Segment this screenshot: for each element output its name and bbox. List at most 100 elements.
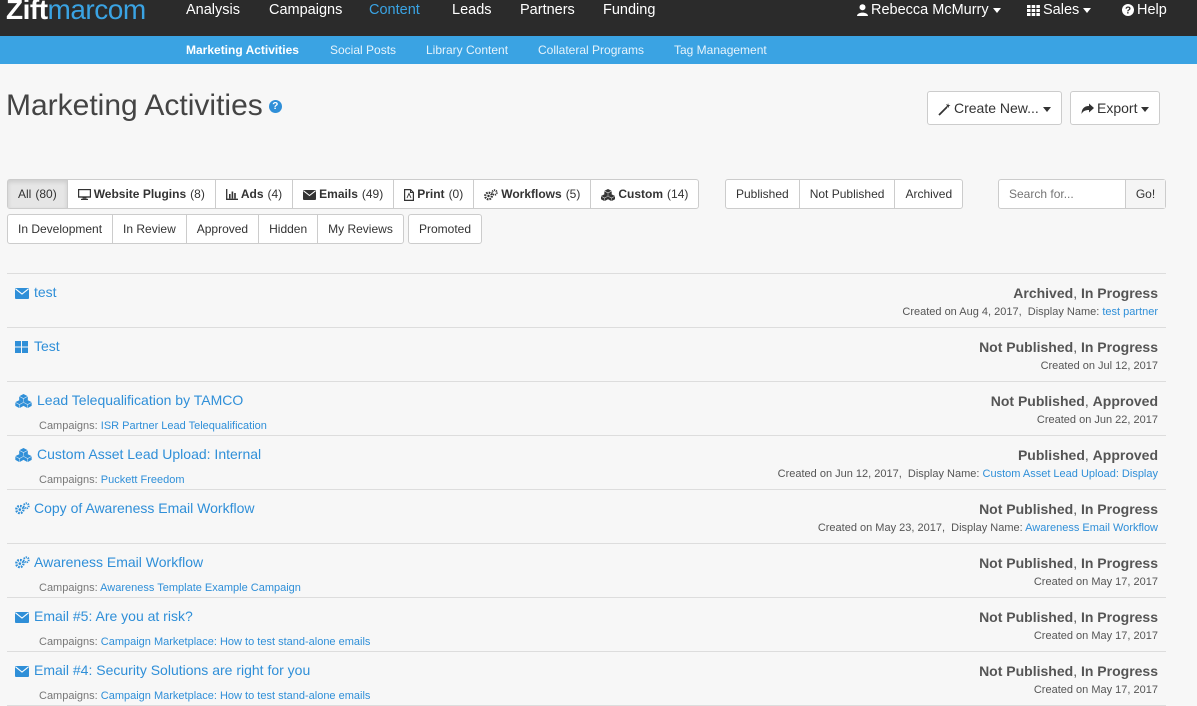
- activity-title-link[interactable]: Email #5: Are you at risk?: [34, 608, 193, 624]
- brand-logo[interactable]: Ziftmarcom: [6, 0, 146, 26]
- status-separator: ,: [1084, 447, 1093, 463]
- sub-nav-bar: Marketing Activities Social Posts Librar…: [0, 36, 1197, 64]
- activity-title-link[interactable]: Custom Asset Lead Upload: Internal: [37, 446, 261, 462]
- display-name-label: Display Name:: [1027, 306, 1100, 318]
- nav-partners[interactable]: Partners: [520, 2, 575, 18]
- user-menu[interactable]: Rebecca McMurry: [857, 2, 1001, 18]
- created-date: Created on Jun 22, 2017: [1036, 414, 1158, 426]
- search-go-button[interactable]: Go!: [1125, 180, 1165, 208]
- campaign-label: Campaigns:: [39, 420, 98, 432]
- cogs-icon: [484, 189, 498, 201]
- activity-status: Not Published, In Progress: [979, 609, 1158, 625]
- filter-workflows[interactable]: Workflows (5): [474, 180, 592, 208]
- user-name: Rebecca McMurry: [871, 2, 989, 18]
- filter-in-development[interactable]: In Development: [8, 215, 114, 243]
- cogs-icon: [15, 502, 30, 520]
- status-separator: ,: [1084, 393, 1093, 409]
- status-separator: ,: [1073, 663, 1081, 679]
- activity-row[interactable]: Email #4: Security Solutions are right f…: [7, 652, 1166, 706]
- filter-all-label: All: [18, 187, 32, 201]
- filter-all[interactable]: All (80): [8, 180, 68, 208]
- create-new-button[interactable]: Create New...: [927, 91, 1062, 125]
- activity-status: Not Published, In Progress: [979, 555, 1158, 571]
- subnav-library-content[interactable]: Library Content: [426, 43, 508, 57]
- display-name-link[interactable]: test partner: [1102, 306, 1158, 318]
- promoted-filter-group: Promoted: [408, 214, 483, 244]
- activity-row[interactable]: test Archived, In Progress Created on Aug …: [7, 274, 1166, 328]
- display-name-link[interactable]: Awareness Email Workflow: [1025, 522, 1158, 534]
- filter-hidden[interactable]: Hidden: [259, 215, 319, 243]
- activity-row[interactable]: Custom Asset Lead Upload: Internal Campai…: [7, 436, 1166, 490]
- nav-funding[interactable]: Funding: [603, 2, 655, 18]
- subnav-tag-management[interactable]: Tag Management: [674, 43, 767, 57]
- create-new-label: Create New...: [954, 100, 1039, 116]
- caret-down-icon: [1141, 106, 1150, 112]
- filter-archived[interactable]: Archived: [895, 180, 962, 208]
- filter-not-published[interactable]: Not Published: [800, 180, 896, 208]
- activity-row[interactable]: Awareness Email Workflow Campaigns: Aware…: [7, 544, 1166, 598]
- subnav-marketing-activities[interactable]: Marketing Activities: [186, 43, 299, 57]
- help-link[interactable]: ? Help: [1122, 2, 1167, 18]
- activity-row[interactable]: Test Not Published, In Progress Created on…: [7, 328, 1166, 382]
- activity-meta: Created on Jul 12, 2017: [1041, 360, 1158, 372]
- type-filter-group: All (80) Website Plugins (8) Ads (4) Emails…: [7, 179, 700, 209]
- activity-meta: Created on May 23, 2017, Display Name: A…: [818, 522, 1158, 534]
- subnav-collateral-programs[interactable]: Collateral Programs: [538, 43, 644, 57]
- activity-title-link[interactable]: Email #4: Security Solutions are right f…: [34, 662, 310, 678]
- envelope-icon: [15, 610, 29, 628]
- campaign-label: Campaigns:: [39, 636, 98, 648]
- filter-custom[interactable]: Custom (14): [591, 180, 698, 208]
- activity-title-link[interactable]: test: [34, 284, 57, 300]
- display-name-link[interactable]: Custom Asset Lead Upload: Display: [983, 468, 1158, 480]
- filter-emails[interactable]: Emails (49): [293, 180, 395, 208]
- campaign-label: Campaigns:: [39, 690, 98, 702]
- created-date: Created on Jun 12, 2017,: [777, 468, 902, 480]
- nav-leads[interactable]: Leads: [452, 2, 492, 18]
- page-title-text: Marketing Activities: [6, 89, 263, 122]
- sales-label: Sales: [1043, 2, 1080, 18]
- filter-website-plugins-label: Website Plugins: [93, 187, 187, 201]
- sales-menu[interactable]: Sales: [1027, 2, 1092, 18]
- nav-content[interactable]: Content: [369, 2, 420, 18]
- created-date: Created on May 23, 2017,: [817, 522, 946, 534]
- filter-ads-count: (4): [267, 187, 283, 201]
- page-title: Marketing Activities?: [6, 89, 282, 123]
- activity-row[interactable]: Copy of Awareness Email Workflow Not Publ…: [7, 490, 1166, 544]
- filter-custom-label: Custom: [618, 187, 664, 201]
- subnav-social-posts[interactable]: Social Posts: [330, 43, 396, 57]
- activity-title-link[interactable]: Test: [34, 338, 60, 354]
- filter-published[interactable]: Published: [726, 180, 800, 208]
- display-name-label: Display Name:: [951, 522, 1023, 534]
- campaign-link[interactable]: Awareness Template Example Campaign: [100, 582, 301, 594]
- campaign-link[interactable]: Campaign Marketplace: How to test stand-…: [101, 636, 371, 648]
- activity-title-link[interactable]: Lead Telequalification by TAMCO: [37, 392, 243, 408]
- nav-campaigns[interactable]: Campaigns: [269, 2, 342, 18]
- cubes-icon: [601, 188, 616, 201]
- activity-row[interactable]: Lead Telequalification by TAMCO Campaigns…: [7, 382, 1166, 436]
- filter-ads[interactable]: Ads (4): [216, 180, 294, 208]
- activity-row[interactable]: Email #5: Are you at risk? Campaigns: Cam…: [7, 598, 1166, 652]
- search-input[interactable]: [999, 180, 1125, 208]
- magic-wand-icon: [938, 102, 951, 116]
- campaign-link[interactable]: Puckett Freedom: [101, 474, 185, 486]
- workflow-status: In Progress: [1080, 339, 1158, 355]
- filter-approved[interactable]: Approved: [187, 215, 260, 243]
- export-button[interactable]: Export: [1070, 91, 1161, 125]
- campaign-link[interactable]: Campaign Marketplace: How to test stand-…: [101, 690, 371, 702]
- workflow-status: In Progress: [1080, 555, 1158, 571]
- filter-promoted[interactable]: Promoted: [409, 215, 481, 243]
- activity-campaign: Campaigns: Awareness Template Example Ca…: [39, 582, 301, 594]
- bar-chart-icon: [225, 189, 238, 201]
- help-icon[interactable]: ?: [268, 99, 282, 113]
- activity-title-link[interactable]: Copy of Awareness Email Workflow: [34, 500, 254, 516]
- activity-title-link[interactable]: Awareness Email Workflow: [34, 554, 203, 570]
- campaign-link[interactable]: ISR Partner Lead Telequalification: [101, 420, 267, 432]
- filter-emails-count: (49): [361, 187, 384, 201]
- filter-emails-label: Emails: [319, 187, 358, 201]
- filter-print-label: Print: [417, 187, 445, 201]
- filter-print[interactable]: Print (0): [394, 180, 475, 208]
- filter-website-plugins[interactable]: Website Plugins (8): [68, 180, 216, 208]
- nav-analysis[interactable]: Analysis: [186, 2, 240, 18]
- filter-in-review[interactable]: In Review: [113, 215, 187, 243]
- filter-my-reviews[interactable]: My Reviews: [318, 215, 403, 243]
